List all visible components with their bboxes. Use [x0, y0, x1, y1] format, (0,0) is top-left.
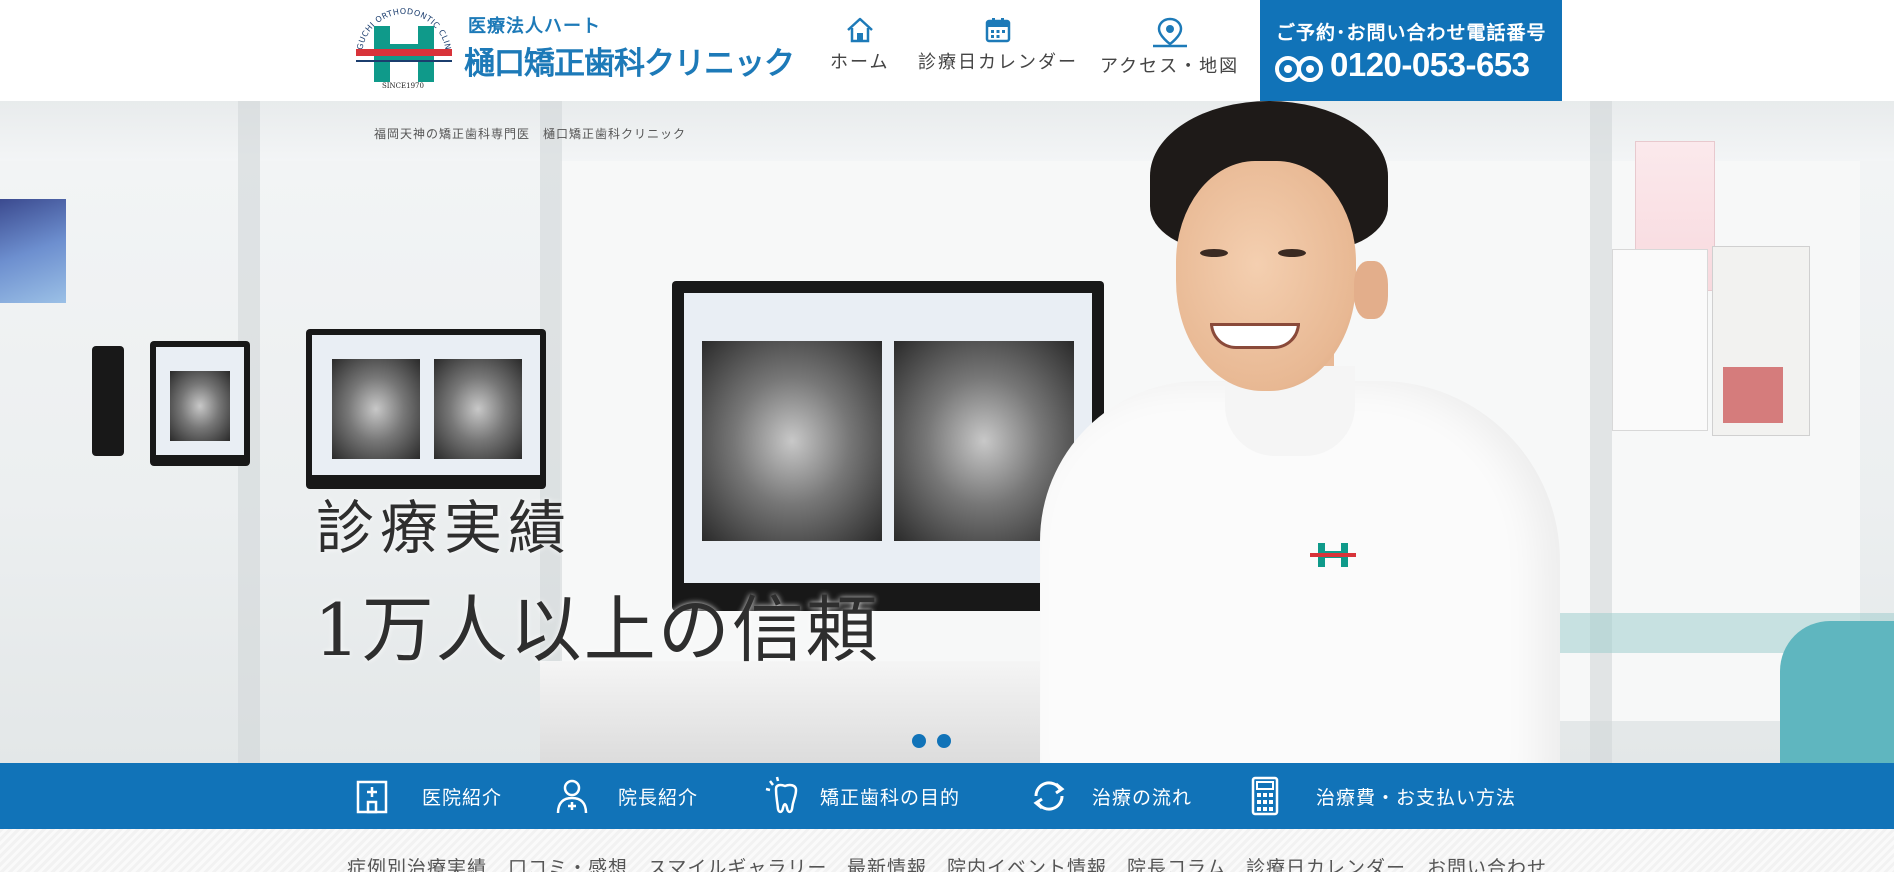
sublink-smile-gallery[interactable]: スマイルギャラリー: [648, 853, 827, 872]
menu-treatment-flow[interactable]: 治療の流れ: [1028, 763, 1192, 829]
logo-since-text: SINCE1970: [382, 82, 424, 90]
doctor-face: [1176, 161, 1356, 391]
coat-logo-icon: [1310, 543, 1356, 567]
hero-monitor: [306, 329, 546, 489]
doctor-eye: [1200, 249, 1228, 257]
nav-access-label: アクセス・地図: [1100, 56, 1240, 77]
phone-label: ご予約･お問い合わせ電話番号: [1276, 22, 1547, 44]
nav-calendar[interactable]: 診療日カレンダー: [918, 16, 1078, 74]
hero-poster: [1612, 249, 1708, 431]
slider-dots: [912, 733, 962, 752]
slider-dot[interactable]: [912, 734, 926, 748]
menu-orthodontic-purpose-label: 矯正歯科の目的: [820, 786, 961, 809]
menu-fees-payment[interactable]: 治療費・お支払い方法: [1250, 763, 1516, 829]
hero-headline-2: 1万人以上の信頼: [314, 588, 880, 672]
tooth-icon: [765, 776, 798, 814]
clinic-logo[interactable]: HIGUCHI ORTHODONTIC CLINIC SINCE1970 医療法…: [349, 0, 795, 96]
site-header: HIGUCHI ORTHODONTIC CLINIC SINCE1970 医療法…: [0, 0, 1894, 101]
nav-home-label: ホーム: [830, 52, 890, 73]
hero-headline-1: 診療実績: [316, 494, 573, 562]
sublink-events[interactable]: 院内イベント情報: [947, 853, 1107, 872]
logo-clinic-name: 樋口矯正歯科クリニック: [464, 46, 795, 82]
menu-orthodontic-purpose[interactable]: 矯正歯科の目的: [764, 763, 960, 829]
hero-pillar: [1590, 101, 1612, 763]
menu-treatment-flow-label: 治療の流れ: [1092, 786, 1193, 809]
main-menu-bar: 医院紹介 院長紹介 矯正歯科の目的 治療の流れ 治療費・お支払い方法: [0, 763, 1894, 829]
menu-clinic-intro-label: 医院紹介: [422, 786, 503, 809]
sub-links-bar: 症例別治療実績 口コミ・感想 スマイルギャラリー 最新情報 院内イベント情報 院…: [0, 829, 1894, 872]
menu-director-intro[interactable]: 院長紹介: [552, 763, 698, 829]
sublink-case-results[interactable]: 症例別治療実績: [347, 853, 487, 872]
logo-subtitle: 医療法人ハート: [468, 16, 601, 37]
hero-poster: [1712, 246, 1810, 436]
sublink-reviews[interactable]: 口コミ・感想: [508, 853, 628, 872]
hero-monitor: [150, 341, 250, 466]
slider-dot[interactable]: [937, 734, 951, 748]
sublink-director-column[interactable]: 院長コラム: [1127, 853, 1226, 872]
home-icon: [846, 17, 873, 43]
sublink-news[interactable]: 最新情報: [847, 853, 927, 872]
hero-slider: 福岡天神の矯正歯科専門医 樋口矯正歯科クリニック 診療実績 1万人以上の信頼: [0, 101, 1894, 763]
sublink-calendar[interactable]: 診療日カレンダー: [1246, 853, 1406, 872]
freedial-icon: [1275, 56, 1323, 82]
menu-clinic-intro[interactable]: 医院紹介: [352, 763, 502, 829]
menu-director-intro-label: 院長紹介: [618, 786, 699, 809]
clinic-building-icon: [356, 780, 388, 814]
calendar-icon: [985, 18, 1011, 43]
nav-home[interactable]: ホーム: [830, 16, 889, 74]
doctor-smile: [1210, 323, 1300, 349]
phone-contact-box[interactable]: ご予約･お問い合わせ電話番号 0120-053-653: [1260, 0, 1562, 101]
hero-poster: [0, 199, 66, 303]
menu-fees-payment-label: 治療費・お支払い方法: [1316, 786, 1517, 809]
map-pin-icon: [1152, 17, 1187, 48]
phone-number: 0120-053-653: [1330, 46, 1530, 83]
nav-access[interactable]: アクセス・地図: [1100, 16, 1239, 78]
doctor-icon: [556, 779, 588, 814]
doctor-ear: [1354, 261, 1388, 319]
hero-monitor: [92, 346, 124, 456]
sublink-contact[interactable]: お問い合わせ: [1427, 853, 1547, 872]
nav-calendar-label: 診療日カレンダー: [918, 52, 1078, 73]
hero-chair: [1780, 621, 1894, 763]
calculator-icon: [1251, 776, 1279, 816]
cycle-arrows-icon: [1033, 781, 1065, 811]
doctor-eye: [1278, 249, 1306, 257]
hero-caption: 福岡天神の矯正歯科専門医 樋口矯正歯科クリニック: [374, 127, 687, 141]
